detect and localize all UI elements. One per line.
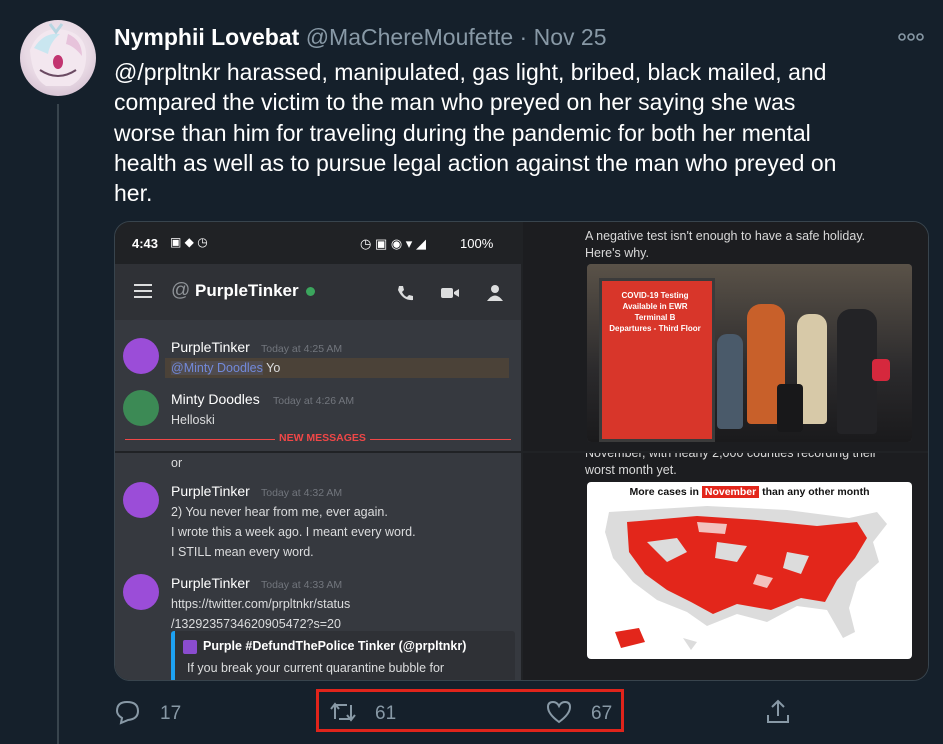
message-timestamp: Today at 4:26 AM (273, 395, 355, 407)
display-name[interactable]: Nymphii Lovebat (114, 24, 299, 50)
tweet-text-line: worse than him for traveling during the … (114, 119, 811, 146)
share-icon[interactable] (765, 699, 791, 725)
user-avatar (123, 574, 159, 610)
message-timestamp: Today at 4:32 AM (261, 487, 343, 499)
embed-author: Purple #DefundThePolice Tinker (@prpltnk… (203, 639, 467, 653)
media-image-discord-bottom[interactable]: or PurpleTinker Today at 4:32 AM 2) You … (115, 453, 521, 680)
phone-status-bar: 4:43 ▣ ◆ ◷ ◷ ▣ ◉ ▾ ◢ 100% (115, 222, 521, 264)
sign-line: COVID-19 Testing (621, 291, 689, 300)
tweet-text-line: compared the victim to the man who preye… (114, 89, 796, 116)
user-handle[interactable]: @MaChereMoufette (306, 24, 513, 50)
message-text: I wrote this a week ago. I meant every w… (171, 525, 416, 539)
members-icon[interactable] (485, 284, 505, 302)
message-text: or (171, 456, 183, 470)
tweet-media-grid[interactable]: 4:43 ▣ ◆ ◷ ◷ ▣ ◉ ▾ ◢ 100% @ PurpleTinker… (114, 221, 929, 681)
channel-name: PurpleTinker (195, 281, 299, 300)
twitter-embed[interactable]: Purple #DefundThePolice Tinker (@prpltnk… (171, 631, 515, 680)
new-messages-label: NEW MESSAGES (275, 432, 370, 444)
news-caption: A negative test isn't enough to have a s… (585, 228, 865, 262)
user-avatar (123, 482, 159, 518)
message-text: @Minty Doodles Yo (171, 361, 280, 375)
annotation-highlight-box (316, 689, 624, 732)
sign-line: Available in EWR Terminal B (622, 302, 688, 322)
menu-icon[interactable] (134, 284, 152, 298)
message-text: I STILL mean every word. (171, 545, 314, 559)
message-author: PurpleTinker (171, 483, 250, 499)
tweet-text-line: health as well as to pursue legal action… (114, 149, 837, 176)
us-map (605, 506, 887, 650)
user-mention: @Minty Doodles (171, 361, 263, 375)
message-link[interactable]: https://twitter.com/prpltnkr/status (171, 597, 350, 611)
media-image-discord-top[interactable]: 4:43 ▣ ◆ ◷ ◷ ▣ ◉ ▾ ◢ 100% @ PurpleTinker… (115, 222, 521, 451)
tweet-header: Nymphii Lovebat @MaChereMoufette · Nov 2… (114, 24, 606, 51)
reply-count: 17 (160, 703, 182, 724)
more-options-icon[interactable] (897, 30, 925, 42)
message-timestamp: Today at 4:25 AM (261, 343, 343, 355)
message-timestamp: Today at 4:33 AM (261, 579, 343, 591)
battery-level: 100% (460, 236, 494, 251)
thread-line (57, 104, 59, 744)
message-text: Helloski (171, 413, 215, 427)
notification-icons: ▣ ◆ ◷ (170, 235, 208, 249)
media-image-news-bottom[interactable]: November, with nearly 2,000 counties rec… (523, 453, 928, 680)
news-caption-line: November, with nearly 2,000 counties rec… (585, 453, 877, 460)
at-icon: @ (171, 280, 191, 301)
avatar[interactable] (20, 20, 96, 96)
tweet-date[interactable]: Nov 25 (534, 24, 607, 50)
tweet-text: @/prpltnkr harassed, manipulated, gas li… (114, 57, 926, 208)
message-author: PurpleTinker (171, 575, 250, 591)
embed-text: If you break your current quarantine bub… (187, 661, 445, 675)
tweet-text-line: @/prpltnkr harassed, manipulated, gas li… (114, 59, 827, 85)
message-link[interactable]: /1329235734620905472?s=20 (171, 617, 341, 631)
status-icons: ◷ ▣ ◉ ▾ ◢ (360, 236, 426, 251)
airport-photo: COVID-19 Testing Available in EWR Termin… (587, 264, 912, 442)
new-messages-divider: NEW MESSAGES (115, 432, 521, 446)
status-time: 4:43 (132, 236, 159, 251)
testing-sign: COVID-19 Testing Available in EWR Termin… (607, 290, 703, 334)
embed-author-icon (183, 640, 197, 654)
online-status-icon (306, 287, 315, 296)
message-author: Minty Doodles (171, 391, 260, 407)
message-author: PurpleTinker (171, 339, 250, 355)
media-image-news-top[interactable]: A negative test isn't enough to have a s… (523, 222, 928, 451)
news-caption-line: Here's why. (585, 246, 649, 260)
reply-icon[interactable] (115, 699, 141, 725)
tweet-text-line: her. (114, 180, 153, 207)
news-caption: November, with nearly 2,000 counties rec… (585, 453, 877, 479)
news-caption-line: A negative test isn't enough to have a s… (585, 229, 866, 243)
sign-line: Departures - Third Floor (609, 324, 701, 333)
phone-call-icon[interactable] (395, 284, 415, 302)
user-avatar (123, 338, 159, 374)
avatar-illustration (30, 23, 87, 86)
news-caption-line: worst month yet. (585, 463, 677, 477)
user-avatar (123, 390, 159, 426)
covid-map: More cases in November than any other mo… (587, 482, 912, 659)
separator-dot: · (519, 24, 528, 50)
video-call-icon[interactable] (440, 284, 460, 302)
message-rest: Yo (262, 361, 281, 375)
discord-chat-header: @ PurpleTinker (115, 264, 521, 320)
message-text: 2) You never hear from me, ever again. (171, 505, 388, 519)
